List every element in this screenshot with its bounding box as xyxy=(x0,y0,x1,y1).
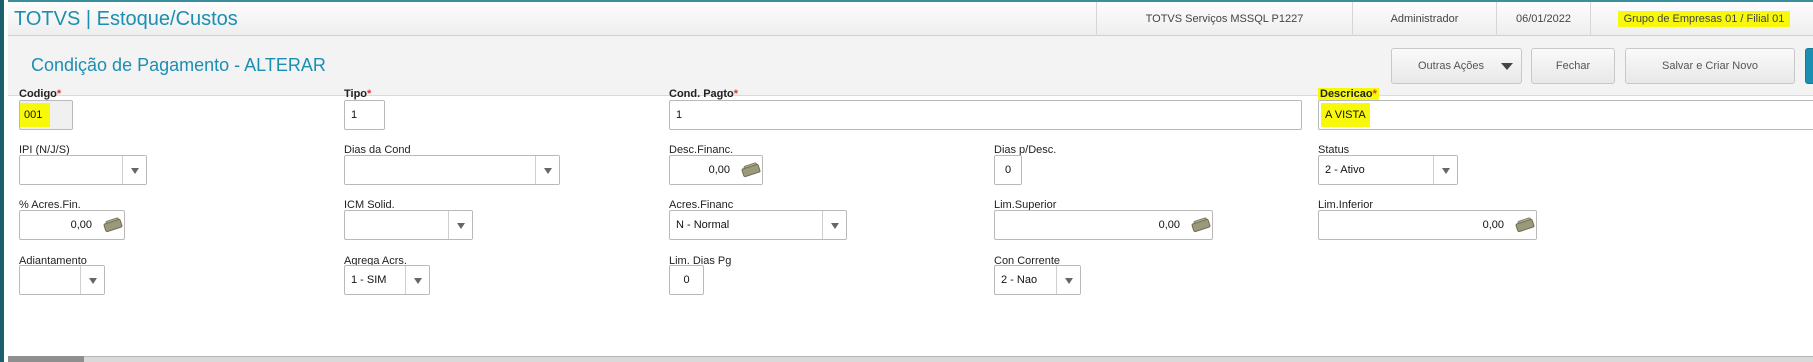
icm-solid-select[interactable] xyxy=(344,210,473,240)
money-icon[interactable] xyxy=(741,162,761,178)
status-value: 2 - Ativo xyxy=(1325,164,1365,176)
chevron-down-icon[interactable] xyxy=(405,266,429,294)
adiantamento-select[interactable] xyxy=(19,265,105,295)
chevron-down-icon[interactable] xyxy=(448,211,472,239)
acres-financ-value: N - Normal xyxy=(676,219,730,231)
user-info[interactable]: Administrador xyxy=(1352,2,1496,36)
chevron-down-icon[interactable] xyxy=(80,266,104,294)
company-branch-info[interactable]: Grupo de Empresas 01 / Filial 01 xyxy=(1590,2,1813,36)
app-title: TOTVS | Estoque/Custos xyxy=(14,8,238,30)
other-actions-button[interactable]: Outras Ações xyxy=(1391,48,1522,84)
close-button[interactable]: Fechar xyxy=(1531,48,1615,84)
chevron-down-icon[interactable] xyxy=(122,156,146,184)
top-bar: TOTVS | Estoque/Custos TOTVS Serviços MS… xyxy=(8,0,1813,36)
money-icon[interactable] xyxy=(103,217,123,233)
status-select[interactable]: 2 - Ativo xyxy=(1318,155,1458,185)
codigo-label: Codigo* xyxy=(19,88,62,100)
lim-dias-pg-field[interactable]: 0 xyxy=(669,265,704,295)
server-info: TOTVS Serviços MSSQL P1227 xyxy=(1096,2,1352,36)
lim-inferior-field[interactable]: 0,00 xyxy=(1318,210,1537,240)
acres-financ-select[interactable]: N - Normal xyxy=(669,210,847,240)
dias-cond-select[interactable] xyxy=(344,155,560,185)
app-window: TOTVS | Estoque/Custos TOTVS Serviços MS… xyxy=(0,0,1813,362)
save-and-new-button[interactable]: Salvar e Criar Novo xyxy=(1625,48,1795,84)
page-title: Condição de Pagamento - ALTERAR xyxy=(31,55,326,75)
confirm-button[interactable] xyxy=(1805,48,1813,84)
money-icon[interactable] xyxy=(1191,217,1211,233)
dias-desc-field[interactable]: 0 xyxy=(994,155,1022,185)
con-corrente-select[interactable]: 2 - Nao xyxy=(994,265,1081,295)
descricao-field[interactable]: A VISTA xyxy=(1318,100,1813,130)
codigo-field[interactable]: 001 xyxy=(19,100,73,130)
con-corrente-value: 2 - Nao xyxy=(1001,274,1038,286)
chevron-down-icon[interactable] xyxy=(1056,266,1080,294)
codigo-value: 001 xyxy=(20,103,51,127)
agrega-acrs-value: 1 - SIM xyxy=(351,274,387,286)
cond-pagto-label: Cond. Pagto* xyxy=(669,88,739,100)
chevron-down-icon[interactable] xyxy=(1433,156,1457,184)
chevron-down-icon xyxy=(1501,63,1513,70)
company-branch-label: Grupo de Empresas 01 / Filial 01 xyxy=(1617,11,1791,27)
page-header: Condição de Pagamento - ALTERAR Outras A… xyxy=(8,36,1813,96)
lim-superior-field[interactable]: 0,00 xyxy=(994,210,1213,240)
date-info: 06/01/2022 xyxy=(1496,2,1590,36)
agrega-acrs-select[interactable]: 1 - SIM xyxy=(344,265,430,295)
chevron-down-icon[interactable] xyxy=(535,156,559,184)
descricao-label: Descricao* xyxy=(1318,88,1379,100)
bottom-tab[interactable] xyxy=(8,356,84,362)
cond-pagto-field[interactable]: 1 xyxy=(669,100,1302,130)
descricao-value: A VISTA xyxy=(1321,103,1370,127)
bottom-tab-strip xyxy=(8,356,1813,362)
money-icon[interactable] xyxy=(1515,217,1535,233)
other-actions-label: Outras Ações xyxy=(1418,60,1485,72)
tipo-field[interactable]: 1 xyxy=(344,100,385,130)
ipi-select[interactable] xyxy=(19,155,147,185)
chevron-down-icon[interactable] xyxy=(822,211,846,239)
tipo-label: Tipo* xyxy=(344,88,372,100)
